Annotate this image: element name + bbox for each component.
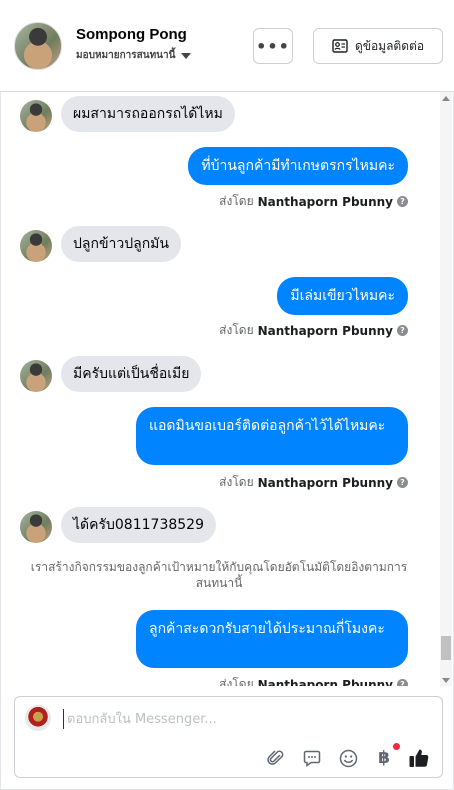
contact-name[interactable]: Sompong Pong (76, 26, 187, 43)
scrollbar-thumb[interactable] (441, 636, 451, 660)
message-thread[interactable]: ผมสามารถออกรถได้ไหม ที่บ้านลูกค้ามีทำเกษ… (0, 92, 454, 686)
baht-payment-icon[interactable]: ฿ (373, 747, 395, 769)
sent-by-prefix: ส่งโดย (219, 475, 254, 489)
emoji-icon[interactable] (337, 747, 359, 769)
avatar (20, 511, 52, 543)
avatar (20, 230, 52, 262)
incoming-message[interactable]: ผมสามารถออกรถได้ไหม (61, 96, 235, 132)
assign-label: มอบหมายการสนทนานี้ (76, 50, 176, 61)
more-icon: ••• (256, 36, 290, 56)
outgoing-message[interactable]: มีเล่มเขียวไหมคะ (277, 277, 408, 315)
auto-activity-notice: เราสร้างกิจกรรมของลูกค้าเป้าหมายให้กับคุ… (30, 560, 408, 590)
sent-by-prefix: ส่งโดย (219, 323, 254, 337)
scroll-down-arrow-icon[interactable] (442, 678, 450, 683)
incoming-message[interactable]: ปลูกข้าวปลูกมัน (61, 226, 181, 262)
avatar (20, 100, 52, 132)
assign-conversation-dropdown[interactable]: มอบหมายการสนทนานี้ (76, 48, 192, 63)
view-contact-info-button[interactable]: ดูข้อมูลติดต่อ (313, 28, 443, 64)
sent-by-label: ส่งโดย Nanthaporn Pbunny ? (219, 321, 408, 340)
more-options-button[interactable]: ••• (253, 28, 293, 64)
page-avatar (25, 705, 51, 731)
saved-reply-icon[interactable] (301, 747, 323, 769)
help-icon[interactable]: ? (397, 679, 408, 686)
attachment-icon[interactable] (265, 747, 287, 769)
sender-name: Nanthaporn Pbunny (257, 194, 393, 209)
help-icon[interactable]: ? (397, 196, 408, 207)
outgoing-message[interactable]: ลูกค้าสะดวกรับสายได้ประมาณกี่โมงคะ (136, 610, 408, 668)
sent-by-prefix: ส่งโดย (219, 194, 254, 208)
outgoing-message[interactable]: ที่บ้านลูกค้ามีทำเกษตรกรไหมคะ (188, 147, 408, 185)
avatar[interactable] (14, 22, 62, 70)
sent-by-label: ส่งโดย Nanthaporn Pbunny ? (219, 675, 408, 686)
sender-name: Nanthaporn Pbunny (257, 323, 393, 338)
sent-by-prefix: ส่งโดย (219, 677, 254, 686)
reply-input[interactable] (63, 709, 423, 729)
sent-by-label: ส่งโดย Nanthaporn Pbunny ? (219, 192, 408, 211)
scroll-up-arrow-icon[interactable] (442, 96, 450, 101)
sender-name: Nanthaporn Pbunny (257, 677, 393, 687)
view-contact-info-label: ดูข้อมูลติดต่อ (354, 38, 425, 53)
reply-composer: ฿ (14, 696, 443, 778)
conversation-header: Sompong Pong มอบหมายการสนทนานี้ ••• ดูข้… (0, 0, 454, 92)
incoming-message[interactable]: ได้ครับ0811738529 (61, 507, 216, 543)
help-icon[interactable]: ? (397, 477, 408, 488)
scrollbar[interactable] (440, 92, 452, 686)
like-thumb-icon[interactable] (408, 747, 430, 769)
help-icon[interactable]: ? (397, 325, 408, 336)
sent-by-label: ส่งโดย Nanthaporn Pbunny ? (219, 473, 408, 492)
sender-name: Nanthaporn Pbunny (257, 475, 393, 490)
caret-down-icon (181, 52, 192, 59)
outgoing-message[interactable]: แอดมินขอเบอร์ติดต่อลูกค้าไว้ได้ไหมคะ (136, 407, 408, 465)
contact-card-icon (332, 39, 348, 53)
incoming-message[interactable]: มีครับแต่เป็นชื่อเมีย (61, 356, 202, 392)
avatar (20, 360, 52, 392)
notification-dot (393, 743, 400, 750)
